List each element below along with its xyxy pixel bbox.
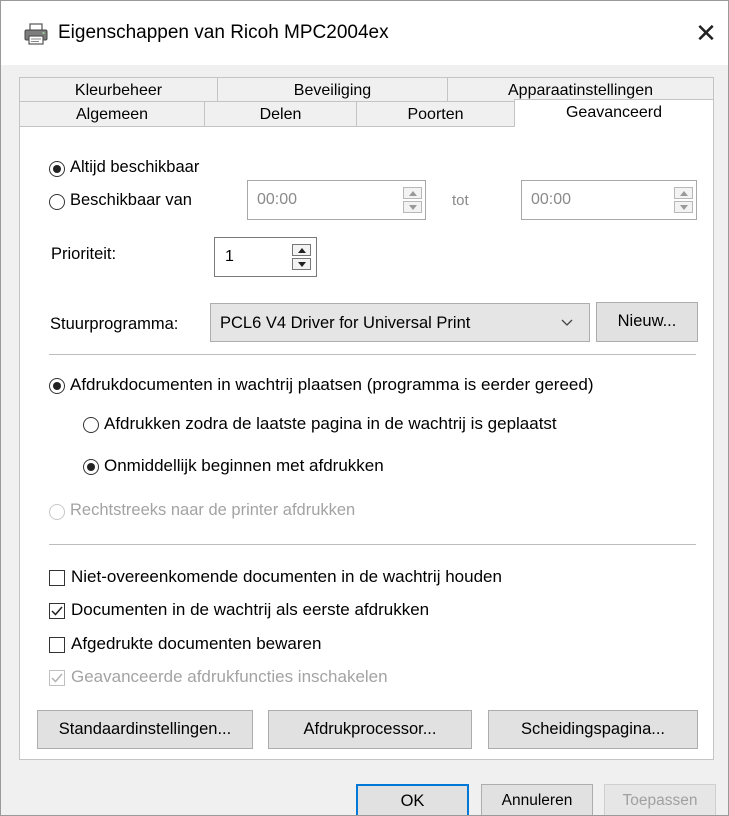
close-button[interactable]: ✕ xyxy=(684,9,728,57)
spin-up-button[interactable] xyxy=(403,187,422,199)
start-immediately-label: Onmiddellijk beginnen met afdrukken xyxy=(104,456,384,475)
always-available-radio[interactable] xyxy=(49,161,65,177)
spin-down-button[interactable] xyxy=(292,258,311,270)
print-spooled-first-label: Documenten in de wachtrij als eerste afd… xyxy=(71,600,430,619)
print-spooled-first-checkbox[interactable] xyxy=(49,603,65,619)
arrow-down-icon xyxy=(679,204,688,210)
checkmark-icon xyxy=(51,673,63,683)
from-time-spinner[interactable] xyxy=(403,185,422,215)
keep-printed-label: Afgedrukte documenten bewaren xyxy=(71,634,322,653)
window-title: Eigenschappen van Ricoh MPC2004ex xyxy=(58,22,389,43)
close-icon: ✕ xyxy=(695,17,717,48)
tab-poorten[interactable]: Poorten xyxy=(356,101,514,127)
priority-field[interactable]: 1 xyxy=(214,237,317,277)
spin-down-button[interactable] xyxy=(403,201,422,213)
driver-label: Stuurprogramma: xyxy=(50,315,179,333)
hold-mismatched-checkbox[interactable] xyxy=(49,570,65,586)
arrow-down-icon xyxy=(297,261,306,267)
driver-selected-value: PCL6 V4 Driver for Universal Print xyxy=(220,314,471,332)
driver-select[interactable]: PCL6 V4 Driver for Universal Print xyxy=(210,303,590,342)
separator-page-button[interactable]: Scheidingspagina... xyxy=(488,710,698,749)
spool-documents-radio[interactable] xyxy=(49,378,65,394)
arrow-down-icon xyxy=(408,204,417,210)
defaults-button[interactable]: Standaardinstellingen... xyxy=(37,710,253,749)
printer-icon xyxy=(24,23,48,45)
divider xyxy=(49,544,696,545)
spin-up-button[interactable] xyxy=(674,187,693,199)
hold-mismatched-label: Niet-overeenkomende documenten in de wac… xyxy=(71,567,502,586)
arrow-up-icon xyxy=(408,190,417,196)
print-direct-radio[interactable] xyxy=(49,504,65,520)
to-time-field[interactable]: 00:00 xyxy=(521,180,697,220)
cancel-button[interactable]: Annuleren xyxy=(481,784,593,815)
chevron-down-icon xyxy=(561,319,573,326)
available-from-label: Beschikbaar van xyxy=(70,191,192,209)
priority-spinner[interactable] xyxy=(292,242,311,272)
start-immediately-radio[interactable] xyxy=(83,459,99,475)
new-driver-button[interactable]: Nieuw... xyxy=(596,302,698,342)
print-direct-label: Rechtstreeks naar de printer afdrukken xyxy=(70,501,356,519)
priority-label: Prioriteit: xyxy=(51,245,117,263)
tab-kleurbeheer[interactable]: Kleurbeheer xyxy=(19,77,217,103)
spool-documents-label: Afdrukdocumenten in wachtrij plaatsen (p… xyxy=(70,375,594,394)
properties-dialog: Eigenschappen van Ricoh MPC2004ex ✕ Kleu… xyxy=(0,0,729,816)
tab-geavanceerd[interactable]: Geavanceerd xyxy=(514,99,714,127)
divider xyxy=(49,354,696,355)
keep-printed-checkbox[interactable] xyxy=(49,637,65,653)
tab-algemeen[interactable]: Algemeen xyxy=(19,101,204,127)
start-after-last-page-label: Afdrukken zodra de laatste pagina in de … xyxy=(104,414,557,433)
to-time-spinner[interactable] xyxy=(674,185,693,215)
spin-down-button[interactable] xyxy=(674,201,693,213)
always-available-label: Altijd beschikbaar xyxy=(70,158,200,176)
from-time-value: 00:00 xyxy=(257,191,298,208)
priority-value: 1 xyxy=(225,248,234,265)
start-after-last-page-radio[interactable] xyxy=(83,417,99,433)
to-time-value: 00:00 xyxy=(531,191,572,208)
tab-beveiliging[interactable]: Beveiliging xyxy=(217,77,447,103)
advanced-features-label: Geavanceerde afdrukfuncties inschakelen xyxy=(71,667,388,686)
from-time-field[interactable]: 00:00 xyxy=(247,180,426,220)
available-from-radio[interactable] xyxy=(49,194,65,210)
spin-up-button[interactable] xyxy=(292,244,311,256)
apply-button[interactable]: Toepassen xyxy=(604,784,716,815)
checkmark-icon xyxy=(51,606,63,616)
advanced-features-checkbox[interactable] xyxy=(49,670,65,686)
to-label: tot xyxy=(452,192,469,209)
tab-delen[interactable]: Delen xyxy=(204,101,356,127)
print-processor-button[interactable]: Afdrukprocessor... xyxy=(268,710,472,749)
title-bar: Eigenschappen van Ricoh MPC2004ex ✕ xyxy=(1,1,728,65)
advanced-tab-panel: Altijd beschikbaar Beschikbaar van 00:00… xyxy=(19,127,714,760)
ok-button[interactable]: OK xyxy=(356,784,469,815)
arrow-up-icon xyxy=(297,247,306,253)
arrow-up-icon xyxy=(679,190,688,196)
